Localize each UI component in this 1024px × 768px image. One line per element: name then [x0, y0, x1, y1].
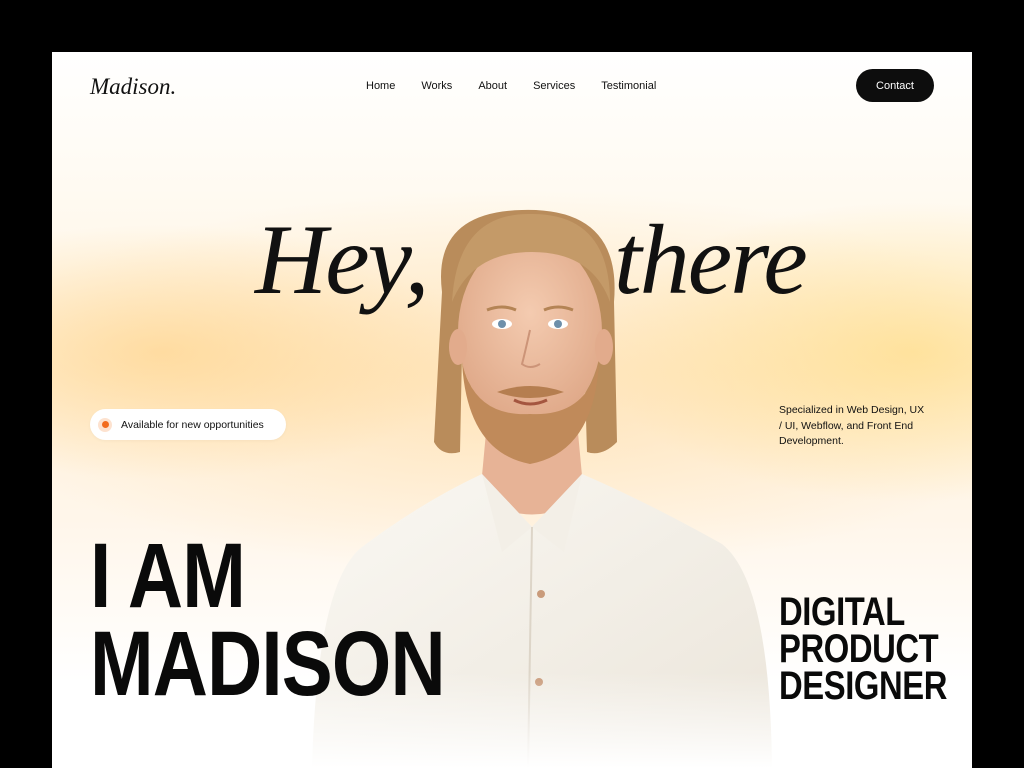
site-logo[interactable]: Madison. — [90, 74, 176, 100]
role-line3: DESIGNER — [779, 664, 948, 708]
page-frame: Madison. Home Works About Services Testi… — [52, 52, 972, 768]
hero-role-heading: DIGITAL PRODUCT DESIGNER — [779, 590, 948, 708]
specialization-text: Specialized in Web Design, UX / UI, Webf… — [779, 404, 925, 447]
role-line1: DIGITAL — [779, 590, 905, 634]
role-line2: PRODUCT — [779, 627, 939, 671]
contact-button[interactable]: Contact — [856, 69, 934, 102]
main-nav: Home Works About Services Testimonial — [366, 79, 682, 93]
nav-works[interactable]: Works — [421, 79, 452, 93]
status-dot-icon — [98, 417, 112, 432]
nav-testimonial[interactable]: Testimonial — [601, 79, 656, 93]
hero-name-line2: MADISON — [90, 613, 446, 715]
greeting-there: there — [614, 204, 808, 315]
nav-about[interactable]: About — [478, 79, 507, 93]
hero-name-line1: I AM — [90, 525, 246, 627]
nav-home[interactable]: Home — [366, 79, 395, 93]
availability-text: Available for new opportunities — [121, 418, 264, 431]
nav-services[interactable]: Services — [533, 79, 575, 93]
hero-name-heading: I AM MADISON — [90, 525, 446, 715]
availability-badge: Available for new opportunities — [90, 409, 286, 440]
